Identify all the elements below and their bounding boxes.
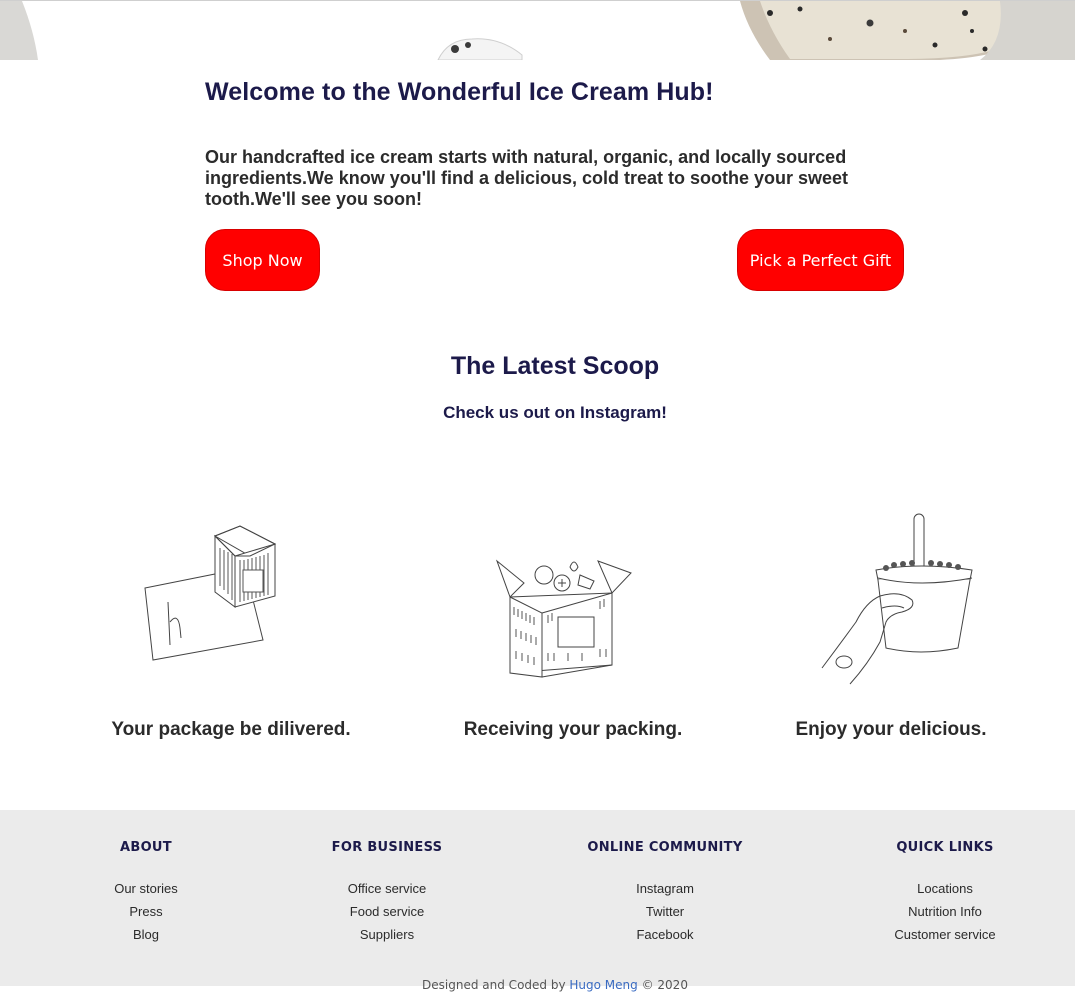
shop-now-button[interactable]: Shop Now	[205, 229, 320, 291]
step-caption-delivered: Your package be dilivered.	[111, 719, 351, 740]
step-caption-receiving: Receiving your packing.	[463, 719, 683, 740]
footer-link-facebook[interactable]: Facebook	[545, 923, 785, 946]
footer-link-twitter[interactable]: Twitter	[545, 900, 785, 923]
site-footer: ABOUT Our stories Press Blog FOR BUSINES…	[0, 810, 1075, 992]
footer-link-office-service[interactable]: Office service	[267, 877, 507, 900]
footer-heading: ONLINE COMMUNITY	[587, 840, 743, 855]
instagram-subtitle: Check us out on Instagram!	[443, 403, 667, 422]
open-box-icon	[494, 553, 634, 684]
hand-holding-cup-icon	[820, 512, 975, 695]
step-caption-enjoy: Enjoy your delicious.	[795, 719, 987, 740]
footer-column-community: ONLINE COMMUNITY Instagram Twitter Faceb…	[545, 840, 785, 946]
credit-year: © 2020	[641, 978, 688, 992]
footer-link-press[interactable]: Press	[26, 900, 266, 923]
footer-heading: FOR BUSINESS	[331, 840, 443, 855]
footer-credit: Designed and Coded by Hugo Meng © 2020	[0, 978, 1075, 992]
footer-link-suppliers[interactable]: Suppliers	[267, 923, 507, 946]
pick-gift-button[interactable]: Pick a Perfect Gift	[737, 229, 904, 291]
footer-column-business: FOR BUSINESS Office service Food service…	[267, 840, 507, 946]
footer-heading: QUICK LINKS	[896, 840, 994, 855]
welcome-title: Welcome to the Wonderful Ice Cream Hub!	[205, 78, 714, 106]
footer-link-nutrition-info[interactable]: Nutrition Info	[825, 900, 1065, 923]
footer-link-blog[interactable]: Blog	[26, 923, 266, 946]
footer-link-instagram[interactable]: Instagram	[545, 877, 785, 900]
ice-cream-hero-image	[0, 0, 1075, 60]
intro-text: Our handcrafted ice cream starts with na…	[205, 147, 849, 209]
footer-link-locations[interactable]: Locations	[825, 877, 1065, 900]
card-and-box-icon	[140, 520, 280, 670]
footer-link-food-service[interactable]: Food service	[267, 900, 507, 923]
footer-link-our-stories[interactable]: Our stories	[26, 877, 266, 900]
credit-prefix: Designed and Coded by	[422, 978, 566, 992]
footer-link-customer-service[interactable]: Customer service	[825, 923, 1065, 946]
footer-heading: ABOUT	[120, 840, 172, 855]
footer-column-about: ABOUT Our stories Press Blog	[26, 840, 266, 946]
footer-column-quick-links: QUICK LINKS Locations Nutrition Info Cus…	[825, 840, 1065, 946]
latest-scoop-title: The Latest Scoop	[450, 352, 660, 380]
ice-cream-image	[0, 1, 1075, 60]
credit-author-link[interactable]: Hugo Meng	[569, 978, 637, 992]
